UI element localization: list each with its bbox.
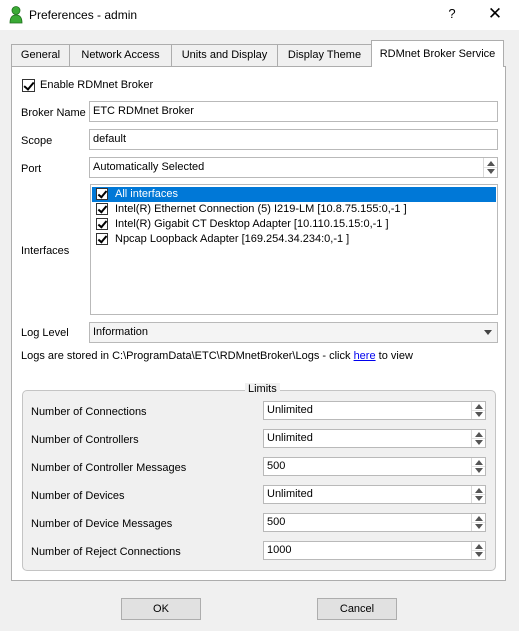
- broker-service-panel: Enable RDMnet Broker Broker Name ETC RDM…: [11, 66, 506, 581]
- broker-name-label: Broker Name: [21, 107, 86, 119]
- spin-down-icon[interactable]: [475, 412, 483, 417]
- limit-value: 500: [267, 460, 286, 472]
- interface-label: Npcap Loopback Adapter [169.254.34.234:0…: [115, 233, 350, 245]
- broker-name-input[interactable]: ETC RDMnet Broker: [89, 101, 498, 122]
- tab-label: Network Access: [81, 49, 160, 61]
- logs-note-suffix: to view: [375, 350, 413, 362]
- spin-buttons[interactable]: [471, 514, 485, 531]
- help-button[interactable]: ?: [440, 1, 464, 27]
- list-item[interactable]: Npcap Loopback Adapter [169.254.34.234:0…: [92, 232, 496, 247]
- spin-buttons[interactable]: [471, 402, 485, 419]
- limit-value: Unlimited: [267, 404, 313, 416]
- limits-title: Limits: [245, 383, 280, 395]
- limit-label: Number of Controllers: [31, 434, 139, 446]
- interface-label: All interfaces: [115, 188, 178, 200]
- close-button[interactable]: ✕: [482, 1, 508, 27]
- spin-up-icon[interactable]: [475, 432, 483, 437]
- interfaces-list[interactable]: All interfaces Intel(R) Ethernet Connect…: [90, 184, 498, 315]
- scope-input[interactable]: default: [89, 129, 498, 150]
- tab-rdmnet-broker-service[interactable]: RDMnet Broker Service: [371, 40, 504, 67]
- spin-up-icon[interactable]: [475, 516, 483, 521]
- list-item[interactable]: Intel(R) Gigabit CT Desktop Adapter [10.…: [92, 217, 496, 232]
- interface-label: Intel(R) Ethernet Connection (5) I219-LM…: [115, 203, 407, 215]
- window-title: Preferences - admin: [29, 8, 138, 22]
- limit-value: Unlimited: [267, 488, 313, 500]
- controller-messages-limit-spinbox[interactable]: 500: [263, 457, 486, 476]
- log-level-value: Information: [93, 326, 149, 338]
- interface-checkbox[interactable]: [96, 218, 108, 230]
- interface-checkbox[interactable]: [96, 188, 108, 200]
- tab-label: Units and Display: [181, 49, 268, 61]
- port-label: Port: [21, 163, 42, 175]
- tab-display-theme[interactable]: Display Theme: [277, 44, 372, 66]
- spin-up-icon[interactable]: [475, 488, 483, 493]
- list-item[interactable]: All interfaces: [92, 187, 496, 202]
- limit-value: 1000: [267, 544, 292, 556]
- list-item[interactable]: Intel(R) Ethernet Connection (5) I219-LM…: [92, 202, 496, 217]
- connections-limit-spinbox[interactable]: Unlimited: [263, 401, 486, 420]
- enable-broker-label: Enable RDMnet Broker: [40, 79, 154, 91]
- reject-connections-limit-spinbox[interactable]: 1000: [263, 541, 486, 560]
- enable-broker-checkbox[interactable]: [22, 79, 35, 92]
- spin-buttons[interactable]: [471, 430, 485, 447]
- limit-value: Unlimited: [267, 432, 313, 444]
- close-icon: ✕: [487, 4, 503, 23]
- port-value: Automatically Selected: [93, 161, 205, 173]
- spin-up-icon[interactable]: [475, 460, 483, 465]
- spin-up-icon[interactable]: [475, 544, 483, 549]
- logs-location-note: Logs are stored in C:\ProgramData\ETC\RD…: [21, 350, 413, 362]
- tab-units-and-display[interactable]: Units and Display: [171, 44, 278, 66]
- interface-checkbox[interactable]: [96, 203, 108, 215]
- scope-label: Scope: [21, 135, 53, 147]
- limit-label: Number of Connections: [31, 406, 147, 418]
- spin-down-icon[interactable]: [475, 496, 483, 501]
- cancel-button[interactable]: Cancel: [317, 598, 397, 620]
- spin-up-icon[interactable]: [487, 161, 495, 166]
- interface-label: Intel(R) Gigabit CT Desktop Adapter [10.…: [115, 218, 389, 230]
- limit-label: Number of Controller Messages: [31, 462, 187, 474]
- chevron-down-icon: [484, 330, 492, 335]
- title-bar: Preferences - admin ? ✕: [0, 0, 519, 30]
- spin-buttons[interactable]: [471, 486, 485, 503]
- limit-label: Number of Devices: [31, 490, 125, 502]
- controllers-limit-spinbox[interactable]: Unlimited: [263, 429, 486, 448]
- port-spin-buttons[interactable]: [483, 158, 497, 177]
- spin-down-icon[interactable]: [475, 524, 483, 529]
- spin-down-icon[interactable]: [475, 440, 483, 445]
- tab-network-access[interactable]: Network Access: [69, 44, 172, 66]
- spin-buttons[interactable]: [471, 458, 485, 475]
- limit-label: Number of Reject Connections: [31, 546, 181, 558]
- port-spinbox[interactable]: Automatically Selected: [89, 157, 498, 178]
- spin-down-icon[interactable]: [487, 169, 495, 174]
- user-icon: [9, 6, 23, 24]
- devices-limit-spinbox[interactable]: Unlimited: [263, 485, 486, 504]
- spin-down-icon[interactable]: [475, 468, 483, 473]
- interfaces-label: Interfaces: [21, 245, 70, 257]
- ok-button[interactable]: OK: [121, 598, 201, 620]
- logs-note-text: Logs are stored in C:\ProgramData\ETC\RD…: [21, 350, 354, 362]
- interface-checkbox[interactable]: [96, 233, 108, 245]
- tab-label: Display Theme: [287, 49, 362, 61]
- logs-here-link[interactable]: here: [354, 350, 376, 362]
- tab-general[interactable]: General: [11, 44, 70, 66]
- tab-label: RDMnet Broker Service: [379, 48, 496, 60]
- device-messages-limit-spinbox[interactable]: 500: [263, 513, 486, 532]
- spin-down-icon[interactable]: [475, 552, 483, 557]
- limits-group: Limits Number of Connections Unlimited N…: [22, 383, 496, 571]
- spin-up-icon[interactable]: [475, 404, 483, 409]
- limit-label: Number of Device Messages: [31, 518, 173, 530]
- spin-buttons[interactable]: [471, 542, 485, 559]
- log-level-label: Log Level: [21, 327, 69, 339]
- limit-value: 500: [267, 516, 286, 528]
- log-level-select[interactable]: Information: [89, 322, 498, 343]
- tab-label: General: [20, 49, 61, 61]
